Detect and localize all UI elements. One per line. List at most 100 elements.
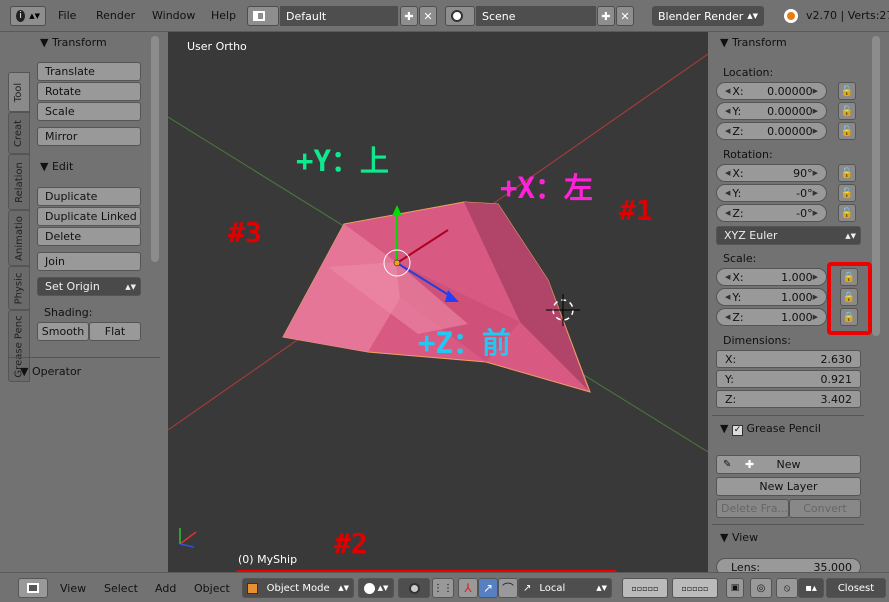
manipulator-scale-icon[interactable]: ⌒ [498,578,518,598]
delete-frame-button[interactable]: Delete Fra... [716,499,789,518]
properties-scrollbar[interactable] [872,36,880,336]
menu-help[interactable]: Help [211,9,236,22]
flat-button[interactable]: Flat [89,322,141,341]
annotation-y-axis: +Y：上 [296,144,389,178]
view-panel-header[interactable]: ▼ View [720,531,758,544]
location-y-field[interactable]: ◀ Y: 0.00000 ▶ [716,102,827,120]
duplicate-linked-button[interactable]: Duplicate Linked [37,207,141,226]
plus-icon: ✚ [404,9,414,23]
delete-button[interactable]: Delete [37,227,141,246]
tab-animation[interactable]: Animatio [8,210,30,266]
join-button[interactable]: Join [37,252,141,271]
scale-y-field[interactable]: ◀ Y: 1.000 ▶ [716,288,827,306]
lock-rotation-x-icon[interactable]: 🔓 [838,164,856,182]
menu-object[interactable]: Object [194,582,230,595]
rotate-button[interactable]: Rotate [37,82,141,101]
rotation-z-field[interactable]: ◀ Z: -0° ▶ [716,204,827,222]
transform-panel-header[interactable]: ▼ Transform [720,36,787,49]
tool-shelf-scrollbar[interactable] [151,36,159,262]
scale-x-field[interactable]: ◀ X: 1.000 ▶ [716,268,827,286]
remove-scene-button[interactable]: ✕ [616,6,634,26]
chevron-icon: ▲▼ [377,584,389,592]
duplicate-button[interactable]: Duplicate [37,187,141,206]
info-header: i ▲▼ File Render Window Help Default ✚ ✕… [0,0,889,32]
proportional-edit-icon[interactable]: ◎ [750,578,772,598]
snap-target-label: Closest [837,582,875,594]
editor-type-button[interactable]: i ▲▼ [10,6,46,26]
convert-button[interactable]: Convert [789,499,861,518]
grease-pencil-panel-header[interactable]: ▼ ✓ Grease Pencil [720,422,821,436]
transform-panel-header[interactable]: ▼ Transform [40,36,107,49]
edit-panel-header[interactable]: ▼ Edit [40,160,73,173]
set-origin-select[interactable]: Set Origin ▲▼ [37,277,141,296]
mode-select[interactable]: Object Mode ▲▼ [242,578,354,598]
grease-pencil-new-button[interactable]: ✎ ✚ New [716,455,861,474]
tab-relation[interactable]: Relation [8,154,30,210]
manipulator-toggle-icon[interactable]: ⋮⋮ [432,578,454,598]
rotation-x-field[interactable]: ◀ X: 90° ▶ [716,164,827,182]
menu-select[interactable]: Select [104,582,138,595]
menu-render[interactable]: Render [96,9,135,22]
highlight-box-scale-locks [827,262,872,335]
snap-toggle-icon[interactable]: ⦸ [776,578,798,598]
lock-location-z-icon[interactable]: 🔓 [838,122,856,140]
tab-tool[interactable]: Tool [8,72,30,112]
3d-viewport[interactable]: User Ortho (0) MyShip +Y：上 +X：左 +Z：前 #3 … [168,32,708,572]
info-icon: i [16,10,26,22]
add-scene-button[interactable]: ✚ [597,6,615,26]
close-icon: ✕ [620,9,630,23]
render-layer-icon[interactable]: ▣ [726,578,744,598]
tab-physics[interactable]: Physic [8,266,30,310]
orientation-label: Local [539,582,566,594]
rotation-y-field[interactable]: ◀ Y: -0° ▶ [716,184,827,202]
lock-rotation-z-icon[interactable]: 🔓 [838,204,856,222]
lock-location-y-icon[interactable]: 🔓 [838,102,856,120]
remove-layout-button[interactable]: ✕ [419,6,437,26]
render-engine-select[interactable]: Blender Render ▲▼ [652,6,764,26]
dimension-z-field[interactable]: Z: 3.402 [716,390,861,408]
mirror-button[interactable]: Mirror [37,127,141,146]
scene-field[interactable]: Scene [476,6,596,26]
location-x-field[interactable]: ◀ X: 0.00000 ▶ [716,82,827,100]
rotation-mode-select[interactable]: XYZ Euler ▲▼ [716,226,861,245]
chevron-icon: ▲▼ [845,231,856,240]
location-label: Location: [723,66,774,79]
smooth-button[interactable]: Smooth [37,322,89,341]
annotation-z-axis: +Z：前 [418,326,511,360]
screen-layout-field[interactable]: Default [280,6,398,26]
add-layout-button[interactable]: ✚ [400,6,418,26]
layer-buttons-2[interactable]: ▫▫▫▫▫ [672,578,718,598]
dimension-y-field[interactable]: Y: 0.921 [716,370,861,388]
pivot-point-select[interactable] [398,578,430,598]
close-icon: ✕ [423,9,433,23]
menu-file[interactable]: File [58,9,76,22]
dimension-x-field[interactable]: X: 2.630 [716,350,861,368]
tab-create[interactable]: Creat [8,112,30,154]
menu-window[interactable]: Window [152,9,195,22]
screen-layout-icon-button[interactable] [247,6,279,26]
translate-button[interactable]: Translate [37,62,141,81]
lock-rotation-y-icon[interactable]: 🔓 [838,184,856,202]
rotation-mode-label: XYZ Euler [724,229,778,242]
manipulator-translate-icon[interactable]: ⅄ [458,578,478,598]
menu-view[interactable]: View [60,582,86,595]
pencil-icon: ✎ [723,459,732,470]
chevron-icon: ▲▼ [596,584,607,592]
snap-target-select[interactable]: Closest [826,578,886,598]
viewport-shading-select[interactable]: ▲▼ [358,578,394,598]
grease-pencil-checkbox[interactable]: ✓ [731,425,743,436]
transform-orientation-select[interactable]: ↗ Local ▲▼ [518,578,612,598]
snap-element-icon[interactable]: ▪▴ [798,578,824,598]
scene-icon-button[interactable] [445,6,475,26]
layer-buttons-1[interactable]: ▫▫▫▫▫ [622,578,668,598]
rotation-label: Rotation: [723,148,773,161]
lock-location-x-icon[interactable]: 🔓 [838,82,856,100]
scale-z-field[interactable]: ◀ Z: 1.000 ▶ [716,308,827,326]
scale-button[interactable]: Scale [37,102,141,121]
editor-type-button[interactable] [18,578,48,598]
operator-panel-header[interactable]: ▼ Operator [20,365,81,378]
location-z-field[interactable]: ◀ Z: 0.00000 ▶ [716,122,827,140]
manipulator-rotate-icon[interactable]: ↗ [478,578,498,598]
new-layer-button[interactable]: New Layer [716,477,861,496]
menu-add[interactable]: Add [155,582,176,595]
